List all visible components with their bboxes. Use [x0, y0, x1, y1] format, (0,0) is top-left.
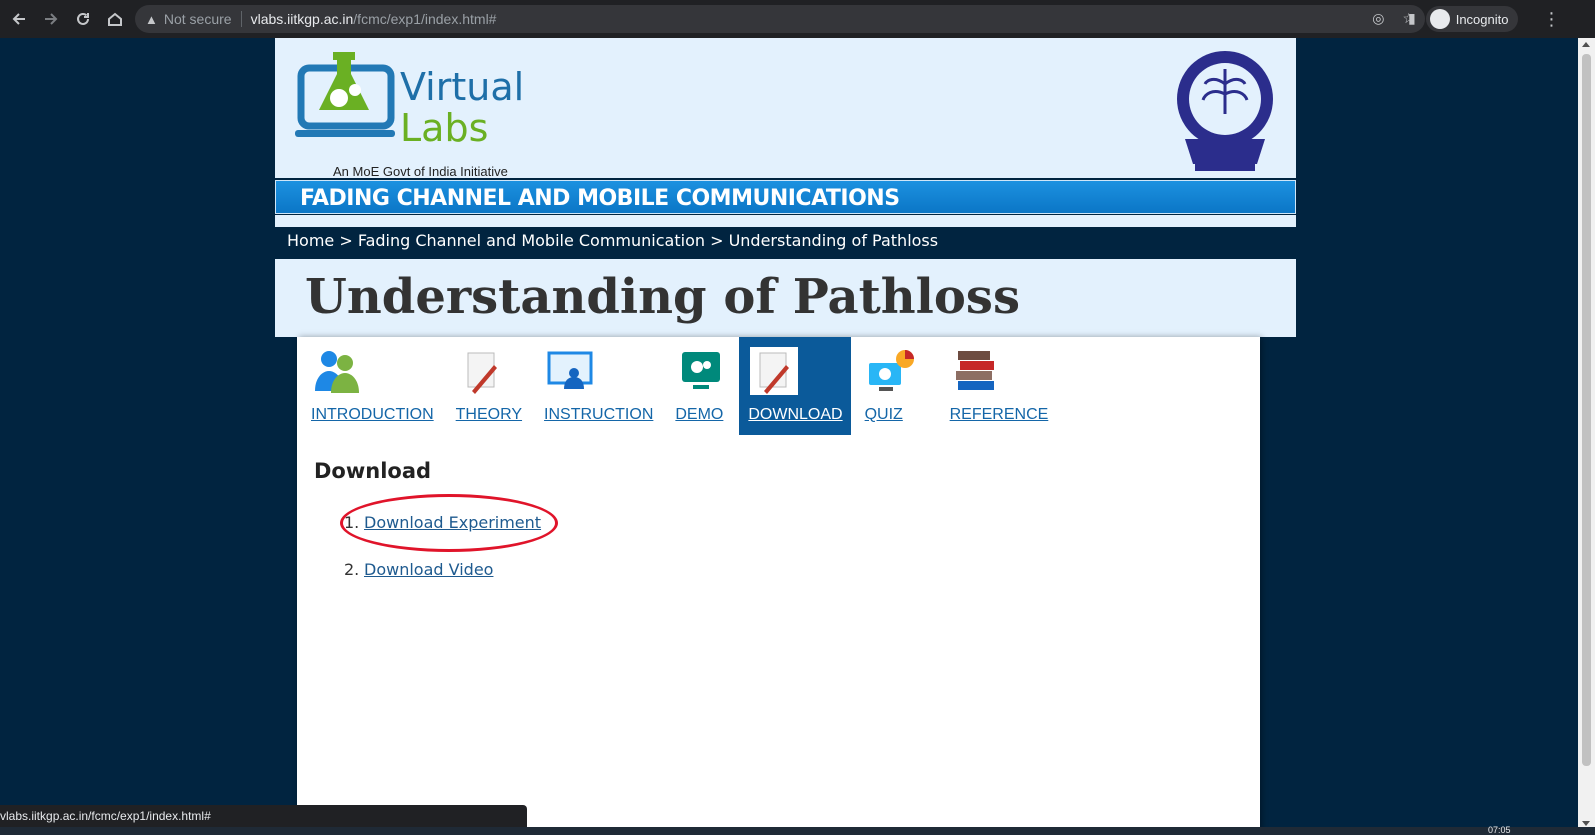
- course-banner: FADING CHANNEL AND MOBILE COMMUNICATIONS: [275, 179, 1296, 215]
- divider: [240, 11, 242, 27]
- presenter-icon: [547, 351, 593, 389]
- tab-introduction[interactable]: INTRODUCTION: [297, 337, 434, 435]
- list-item: 1. Download Experiment: [344, 513, 541, 560]
- tab-label: THEORY: [455, 406, 523, 423]
- vertical-scrollbar[interactable]: [1578, 38, 1595, 835]
- tab-demo[interactable]: DEMO: [653, 337, 725, 435]
- status-bar: vlabs.iitkgp.ac.in/fcmc/exp1/index.html#: [0, 805, 527, 827]
- tab-label: DOWNLOAD: [748, 406, 843, 423]
- menu-kebab-icon[interactable]: ⋮: [1542, 9, 1560, 30]
- browser-toolbar: ▲ Not secure vlabs.iitkgp.ac.in/fcmc/exp…: [0, 0, 1595, 38]
- download-experiment-link[interactable]: Download Experiment: [364, 513, 541, 560]
- content-panel: INTRODUCTION THEORY INSTRUCTION DEMO DOW…: [297, 337, 1260, 835]
- forward-arrow-icon[interactable]: [36, 4, 66, 34]
- taskbar: 07:05: [0, 825, 1595, 835]
- home-icon[interactable]: [100, 4, 130, 34]
- tab-label: DEMO: [675, 406, 724, 423]
- gears-monitor-icon: [682, 352, 721, 389]
- virtual-labs-logo[interactable]: Virtual Labs An MoE Govt of India Initia…: [295, 50, 525, 179]
- tab-instruction[interactable]: INSTRUCTION: [522, 337, 653, 435]
- address-bar[interactable]: ▲ Not secure vlabs.iitkgp.ac.in/fcmc/exp…: [135, 5, 1425, 33]
- incognito-label: Incognito: [1455, 11, 1509, 27]
- logo-text-virtual: Virtual: [400, 65, 525, 109]
- tab-reference[interactable]: REFERENCE: [915, 337, 1049, 435]
- tab-label: INTRODUCTION: [311, 406, 434, 423]
- monitor-chart-icon: [868, 350, 914, 391]
- clock: 07:05: [1488, 825, 1511, 835]
- url-host: vlabs.iitkgp.ac.in: [250, 11, 354, 27]
- scrollbar-thumb[interactable]: [1582, 54, 1591, 766]
- document-pen-icon: [467, 352, 497, 394]
- title-area: Understanding of Pathloss: [275, 259, 1296, 337]
- warning-icon: ▲: [145, 11, 158, 27]
- list-item: 2. Download Video: [344, 560, 541, 607]
- incognito-icon: [1429, 9, 1450, 29]
- course-title: FADING CHANNEL AND MOBILE COMMUNICATIONS: [300, 186, 900, 211]
- incognito-badge[interactable]: Incognito: [1425, 6, 1519, 32]
- download-list: 1. Download Experiment 2. Download Video: [344, 513, 541, 607]
- tab-theory[interactable]: THEORY: [434, 337, 522, 435]
- logo-tagline: An MoE Govt of India Initiative: [333, 164, 508, 179]
- breadcrumb[interactable]: Home > Fading Channel and Mobile Communi…: [287, 231, 938, 250]
- not-secure-label: Not secure: [163, 11, 232, 27]
- list-number: 1.: [344, 513, 360, 532]
- books-icon: [955, 351, 994, 390]
- sidebar-icon[interactable]: ▮: [1408, 11, 1416, 27]
- reload-icon[interactable]: [68, 4, 98, 34]
- flask-monitor-icon: [295, 52, 395, 137]
- tab-label: REFERENCE: [949, 406, 1049, 423]
- list-number: 2.: [344, 560, 360, 579]
- tab-quiz[interactable]: QUIZ: [851, 337, 915, 435]
- scroll-down-arrow-icon[interactable]: [1582, 821, 1590, 826]
- tab-download[interactable]: DOWNLOAD: [739, 337, 851, 435]
- download-heading: Download: [314, 459, 432, 483]
- logo-text-labs: Labs: [400, 106, 489, 150]
- tab-label: INSTRUCTION: [544, 406, 654, 423]
- users-icon: [315, 351, 359, 393]
- download-video-link[interactable]: Download Video: [364, 560, 493, 607]
- back-arrow-icon[interactable]: [4, 4, 34, 34]
- iit-kharagpur-seal-icon: [1177, 51, 1273, 171]
- scroll-up-arrow-icon[interactable]: [1582, 42, 1590, 47]
- page-title: Understanding of Pathloss: [305, 269, 1020, 325]
- url-path: /fcmc/exp1/index.html#: [353, 11, 497, 27]
- site-header: Virtual Labs An MoE Govt of India Initia…: [275, 38, 1296, 179]
- document-pen-icon: [750, 347, 799, 395]
- eye-off-icon[interactable]: ◎: [1372, 10, 1384, 27]
- experiment-tabs: INTRODUCTION THEORY INSTRUCTION DEMO DOW…: [297, 337, 1048, 435]
- tab-label: QUIZ: [864, 406, 903, 423]
- page: Virtual Labs An MoE Govt of India Initia…: [275, 38, 1296, 835]
